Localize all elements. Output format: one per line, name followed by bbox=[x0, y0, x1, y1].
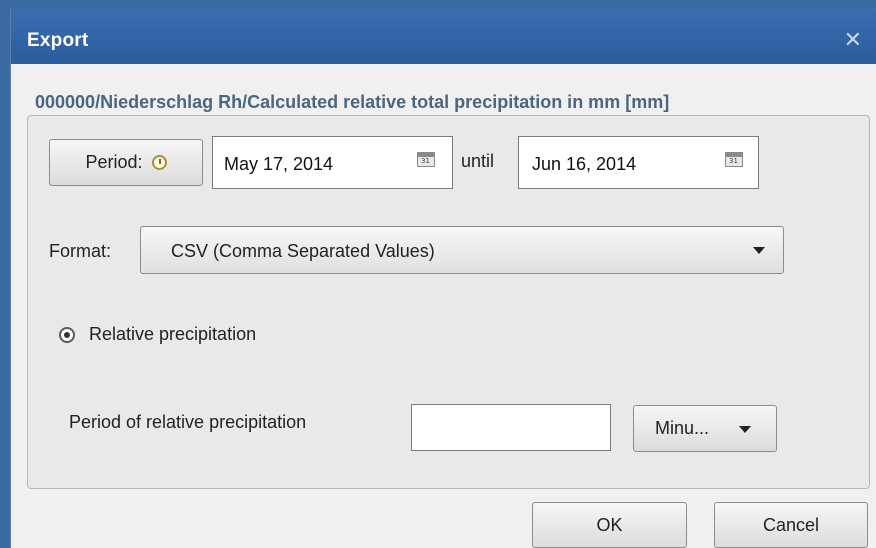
period-button-label: Period: bbox=[85, 152, 143, 172]
format-selected-value: CSV (Comma Separated Values) bbox=[171, 241, 435, 261]
ok-button[interactable]: OK bbox=[532, 502, 687, 548]
relative-period-input[interactable] bbox=[411, 404, 611, 451]
cancel-button[interactable]: Cancel bbox=[714, 502, 868, 548]
close-icon[interactable]: ✕ bbox=[844, 29, 862, 51]
unit-dropdown-button[interactable]: Minu... bbox=[633, 405, 777, 452]
dialog-title: Export bbox=[27, 30, 89, 51]
format-label: Format: bbox=[49, 241, 112, 261]
calendar-icon[interactable]: 31 bbox=[417, 152, 435, 167]
format-select[interactable]: CSV (Comma Separated Values) bbox=[140, 226, 784, 274]
unit-selected-value: Minu... bbox=[655, 418, 710, 438]
start-date-field[interactable]: May 17, 2014 31 bbox=[212, 136, 453, 189]
chevron-down-icon bbox=[753, 247, 765, 254]
start-date-value: May 17, 2014 bbox=[224, 154, 334, 174]
end-date-field[interactable]: Jun 16, 2014 31 bbox=[518, 136, 759, 189]
export-dialog: Export ✕ 000000/Niederschlag Rh/Calculat… bbox=[10, 8, 876, 548]
title-bar[interactable]: Export ✕ bbox=[11, 8, 876, 64]
relative-precipitation-radio[interactable] bbox=[59, 327, 75, 343]
ok-button-label: OK bbox=[596, 514, 623, 535]
relative-precipitation-label[interactable]: Relative precipitation bbox=[89, 324, 256, 345]
relative-period-label: Period of relative precipitation bbox=[69, 412, 307, 432]
chevron-down-icon bbox=[739, 426, 751, 433]
clock-icon bbox=[151, 155, 167, 170]
cancel-button-label: Cancel bbox=[762, 514, 820, 535]
end-date-value: Jun 16, 2014 bbox=[532, 154, 637, 174]
period-button[interactable]: Period: bbox=[49, 139, 203, 186]
calendar-icon[interactable]: 31 bbox=[725, 152, 743, 167]
until-label: until bbox=[461, 151, 495, 171]
series-path-label: 000000/Niederschlag Rh/Calculated relati… bbox=[35, 92, 670, 112]
